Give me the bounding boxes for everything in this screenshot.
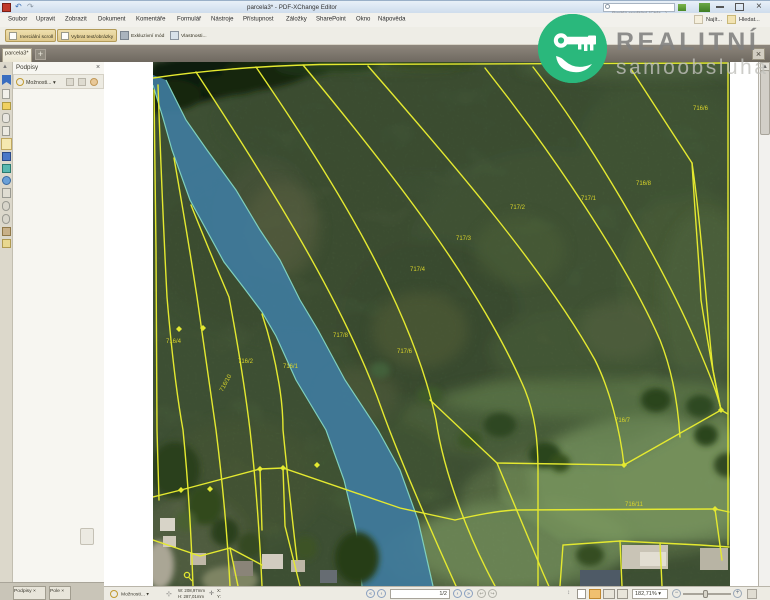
- svg-text:717/4: 717/4: [410, 267, 426, 273]
- svg-text:717/8: 717/8: [333, 333, 349, 339]
- svg-text:716/4: 716/4: [166, 339, 182, 345]
- svg-text:717/2: 717/2: [510, 205, 526, 211]
- svg-text:717/6: 717/6: [397, 349, 413, 355]
- svg-text:716/6: 716/6: [693, 106, 709, 112]
- svg-text:716/7: 716/7: [615, 418, 631, 424]
- svg-text:716/2: 716/2: [238, 359, 254, 365]
- svg-text:716/8: 716/8: [636, 181, 652, 187]
- svg-text:717/3: 717/3: [456, 236, 472, 242]
- svg-text:716/11: 716/11: [625, 502, 644, 508]
- svg-text:716/1: 716/1: [283, 364, 299, 370]
- svg-text:717/1: 717/1: [581, 196, 597, 202]
